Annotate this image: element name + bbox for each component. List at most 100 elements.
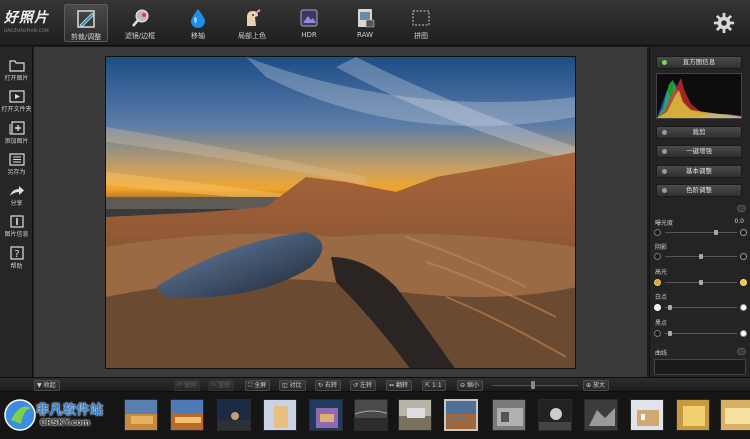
compare-button[interactable]: ◫ 对比 (279, 380, 306, 391)
help-icon: ? (9, 246, 24, 260)
auto-enhance-button[interactable]: 一键增强 (656, 145, 742, 158)
thumbnail[interactable] (676, 399, 710, 431)
tool-tilt-shift[interactable]: 移轴 (176, 4, 220, 42)
gear-icon[interactable] (713, 12, 735, 34)
tool-crop-adjust[interactable]: 剪裁/调整 (64, 4, 108, 42)
droplet-icon (191, 9, 205, 28)
sidebar-item-label: 添加图片 (4, 138, 29, 145)
actual-size-button[interactable]: ⇱ 1:1 (422, 380, 446, 391)
redo-button[interactable]: ↷ 重做 (208, 380, 235, 391)
exposure-value: 0.0 (734, 218, 744, 225)
shadows-slider[interactable] (654, 253, 748, 261)
crop-button[interactable]: 裁剪 (656, 126, 742, 139)
app-subtitle: HAOZHAOPIAN.COM (4, 28, 49, 33)
thumbnail[interactable] (170, 399, 204, 431)
editor-canvas[interactable] (34, 47, 647, 377)
undo-icon: ↶ (177, 382, 183, 389)
thumbnail[interactable] (309, 399, 343, 431)
zoom-slider-knob[interactable] (530, 381, 535, 389)
bottom-toolbar: ▼ 收起 ↶ 撤销 ↷ 重做 ⛶ 全屏 ◫ 对比 ↻ 右转 ↺ 左转 ⇔ 翻转 ⇱ 1:1 ⊖ 缩小… (0, 377, 750, 392)
tool-label: HDR (301, 31, 317, 39)
levels-adjust-button[interactable]: 色阶调整 (656, 184, 742, 197)
white-point-slider[interactable] (654, 304, 748, 312)
section-collapse-icon[interactable] (737, 205, 746, 212)
collapse-button[interactable]: ▼ 收起 (34, 380, 60, 391)
dog-paint-icon (247, 9, 261, 26)
sidebar-item-image-info[interactable]: 图片信息 (1, 213, 32, 243)
slider-knob[interactable] (668, 305, 673, 310)
exposure-slider[interactable] (654, 229, 748, 237)
zoom-out-button[interactable]: ⊖ 缩小 (457, 380, 484, 391)
highlights-slider[interactable] (654, 279, 748, 287)
tool-label: RAW (357, 31, 373, 39)
tool-partial-color[interactable]: 局部上色 (230, 4, 274, 42)
thumbnail[interactable] (720, 399, 750, 431)
rotate-left-button[interactable]: ↺ 左转 (350, 380, 377, 391)
zoom-slider-track[interactable] (492, 385, 578, 386)
slider-knob[interactable] (713, 230, 718, 235)
sidebar-item-label: 分享 (10, 200, 23, 207)
sidebar-item-label: 打开图片 (4, 75, 29, 82)
zoom-in-icon: ⊕ (586, 382, 592, 389)
fullscreen-icon: ⛶ (248, 382, 253, 389)
sun-icon (654, 279, 661, 286)
section-collapse-icon[interactable] (737, 348, 746, 355)
raw-file-icon (358, 9, 375, 28)
thumbnail[interactable] (630, 399, 664, 431)
undo-button[interactable]: ↶ 撤销 (174, 380, 201, 391)
button-label: 基本调整 (686, 167, 712, 175)
button-label: 裁剪 (692, 128, 706, 136)
site-watermark: 非凡软件站 CRSKY.com (0, 392, 125, 439)
thumbnail-selected[interactable] (444, 399, 478, 431)
white-point-label: 白点 (655, 294, 668, 301)
sidebar-item-help[interactable]: ? 帮助 (1, 244, 32, 274)
watermark-title: 非凡软件站 (36, 403, 104, 418)
sidebar-item-share[interactable]: 分享 (1, 182, 32, 212)
flip-icon: ⇔ (389, 382, 395, 389)
tool-label: 滤镜/边框 (124, 32, 156, 40)
chevron-down-icon: ▼ (37, 382, 42, 389)
basic-adjust-button[interactable]: 基本调整 (656, 165, 742, 178)
tool-hdr[interactable]: HDR (287, 4, 331, 42)
histogram-info-button[interactable]: 直方图信息 (656, 56, 742, 69)
thumbnail[interactable] (538, 399, 572, 431)
thumbnail[interactable] (217, 399, 251, 431)
tool-label: 剪裁/调整 (70, 33, 102, 41)
curve-editor[interactable] (654, 359, 746, 375)
top-toolbar: 好照片 HAOZHAOPIAN.COM 剪裁/调整 滤镜/边框 移轴 局部上色 (0, 0, 750, 46)
tool-filter-frame[interactable]: 滤镜/边框 (118, 4, 162, 42)
sidebar-item-save-as[interactable]: 另存为 (1, 151, 32, 181)
photo-preview[interactable] (105, 56, 576, 369)
status-dot-icon (662, 130, 667, 135)
sidebar-item-open-image[interactable]: 打开图片 (1, 57, 32, 87)
highlights-label: 高光 (655, 269, 668, 276)
tool-collage[interactable]: 拼图 (399, 4, 443, 42)
thumbnail[interactable] (124, 399, 158, 431)
add-image-icon (9, 121, 25, 135)
tool-raw[interactable]: RAW (343, 4, 387, 42)
share-icon (9, 186, 24, 196)
slider-knob[interactable] (699, 254, 703, 259)
thumbnail[interactable] (263, 399, 297, 431)
sidebar-item-open-folder[interactable]: 打开文件夹 (1, 88, 32, 118)
tool-label: 拼图 (414, 32, 428, 40)
sidebar-item-add-image[interactable]: 添加图片 (1, 119, 32, 149)
slider-knob[interactable] (699, 280, 703, 285)
thumbnail[interactable] (354, 399, 388, 431)
compare-icon: ◫ (282, 382, 288, 389)
fullscreen-button[interactable]: ⛶ 全屏 (245, 380, 271, 391)
zoom-in-button[interactable]: ⊕ 放大 (583, 380, 610, 391)
black-point-slider[interactable] (654, 330, 748, 338)
flip-button[interactable]: ⇔ 翻转 (386, 380, 413, 391)
thumbnail[interactable] (492, 399, 526, 431)
save-as-icon (8, 153, 25, 166)
slider-knob[interactable] (668, 331, 673, 336)
app-logo: 好照片 HAOZHAOPIAN.COM (4, 7, 56, 39)
sidebar-item-label: 另存为 (7, 169, 26, 176)
folder-play-icon (8, 90, 25, 103)
thumbnail[interactable] (398, 399, 432, 431)
rotate-right-button[interactable]: ↻ 右转 (315, 380, 342, 391)
svg-text:?: ? (14, 249, 19, 260)
status-dot-icon (662, 149, 667, 154)
thumbnail[interactable] (584, 399, 618, 431)
